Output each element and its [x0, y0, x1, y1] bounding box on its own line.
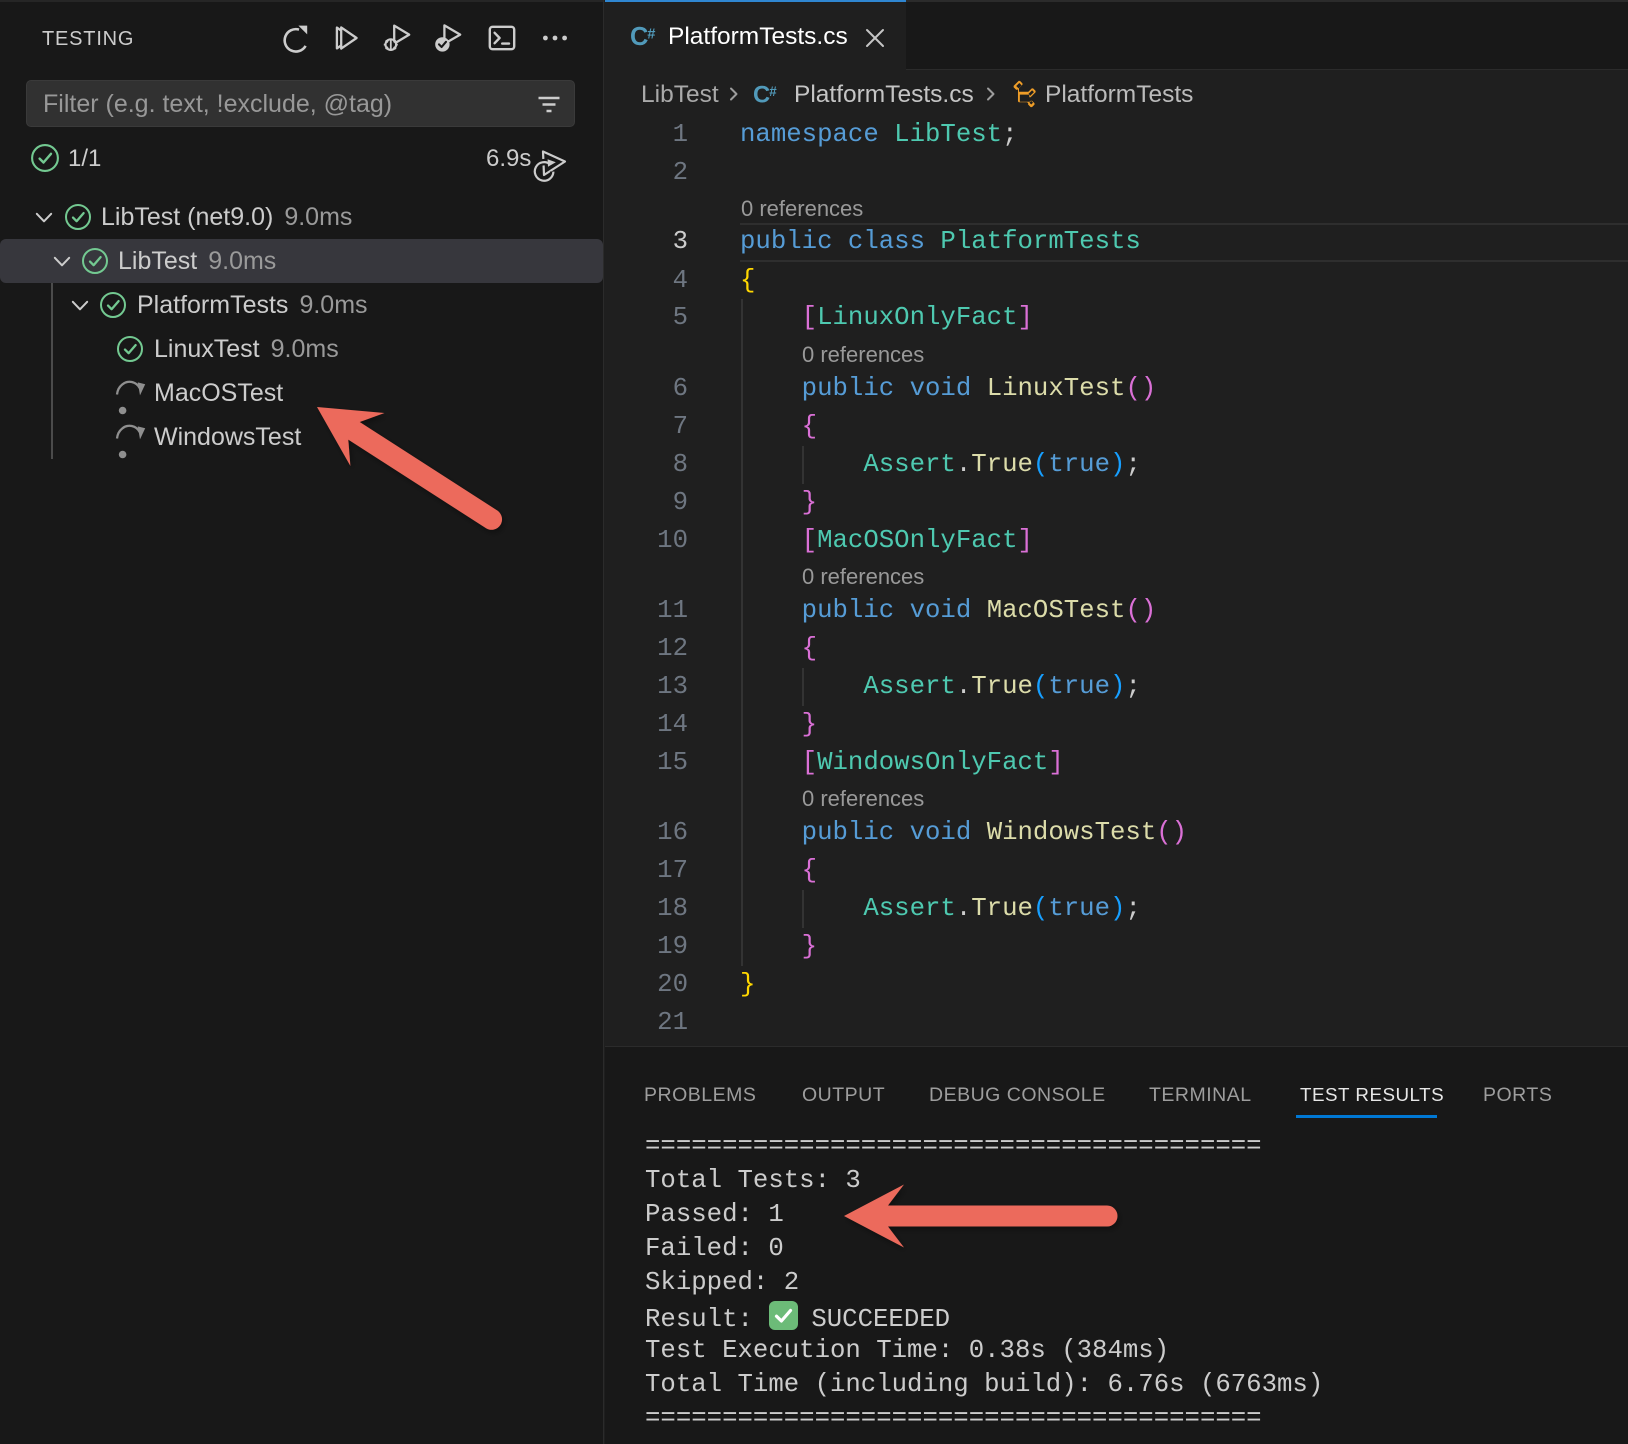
svg-text:#: # [647, 26, 655, 42]
svg-text:C: C [753, 81, 770, 108]
svg-text:#: # [769, 84, 777, 99]
svg-text:C: C [630, 23, 648, 51]
